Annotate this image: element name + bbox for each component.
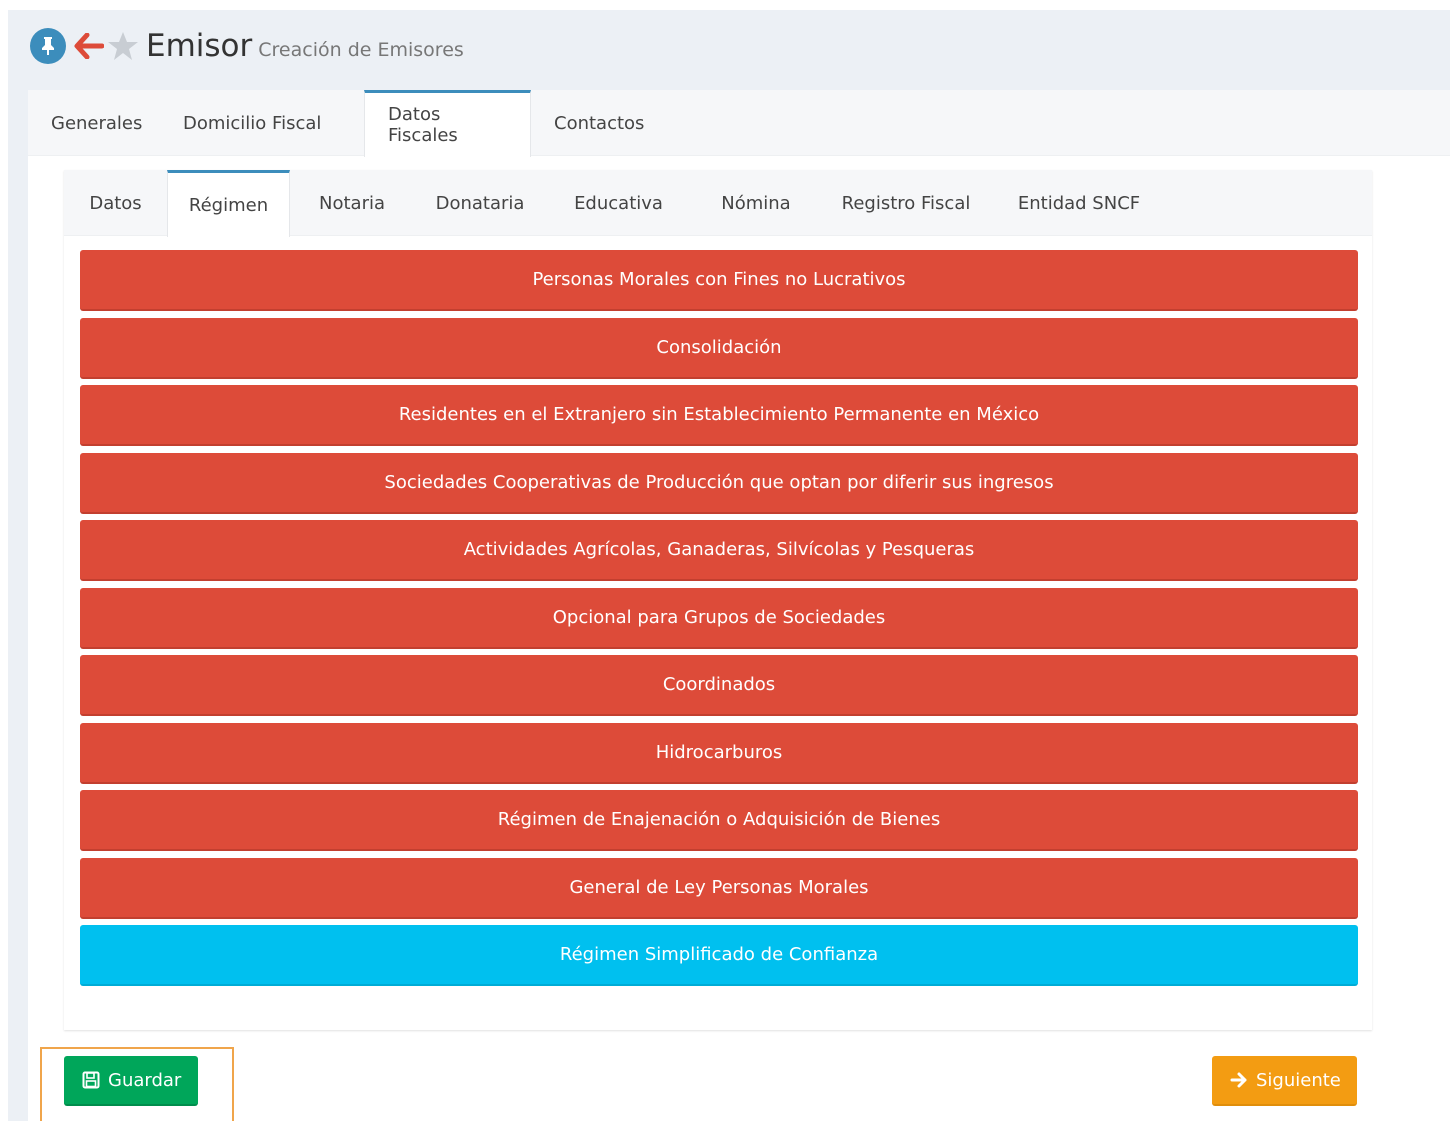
regime-option-sociedades-cooperativas[interactable]: Sociedades Cooperativas de Producción qu…: [80, 452, 1358, 514]
main-panel: Generales Domicilio Fiscal Datos Fiscale…: [28, 90, 1450, 1121]
regime-option-actividades-agricolas[interactable]: Actividades Agrícolas, Ganaderas, Silvíc…: [80, 520, 1358, 581]
regime-option-residentes-extranjero[interactable]: Residentes en el Extranjero sin Establec…: [80, 385, 1358, 446]
tab-datos[interactable]: Datos: [64, 170, 167, 236]
regimen-panel: Datos Régimen Notaria Donataria Educativ…: [64, 170, 1372, 1030]
regime-option-hidrocarburos[interactable]: Hidrocarburos: [80, 722, 1358, 784]
outer-tab-bar: Generales Domicilio Fiscal Datos Fiscale…: [28, 90, 1450, 157]
tab-nomina[interactable]: Nómina: [691, 170, 821, 236]
regime-option-general-ley-morales[interactable]: General de Ley Personas Morales: [80, 857, 1358, 919]
tab-generales[interactable]: Generales: [28, 90, 160, 156]
inner-tab-bar: Datos Régimen Notaria Donataria Educativ…: [64, 170, 1372, 237]
tab-regimen[interactable]: Régimen: [167, 170, 290, 237]
tab-domicilio-fiscal[interactable]: Domicilio Fiscal: [160, 90, 364, 156]
save-button[interactable]: Guardar: [64, 1056, 198, 1106]
save-button-label: Guardar: [108, 1069, 182, 1091]
pin-icon[interactable]: [30, 28, 66, 64]
next-button-label: Siguiente: [1256, 1069, 1341, 1091]
tab-contactos[interactable]: Contactos: [531, 90, 681, 156]
star-icon[interactable]: [106, 28, 140, 64]
regime-option-simplificado-confianza[interactable]: Régimen Simplificado de Confianza: [80, 925, 1358, 986]
regime-option-enajenacion-bienes[interactable]: Régimen de Enajenación o Adquisición de …: [80, 790, 1358, 851]
page-title: Emisor: [146, 28, 253, 64]
tab-educativa[interactable]: Educativa: [546, 170, 691, 236]
tab-registro-fiscal[interactable]: Registro Fiscal: [821, 170, 991, 236]
regime-option-coordinados[interactable]: Coordinados: [80, 655, 1358, 716]
page-header: Emisor Creación de Emisores: [30, 24, 464, 68]
regime-option-grupos-sociedades[interactable]: Opcional para Grupos de Sociedades: [80, 587, 1358, 649]
arrow-right-icon: [1230, 1071, 1248, 1089]
regime-list: Personas Morales con Fines no Lucrativos…: [80, 250, 1358, 993]
floppy-disk-icon: [82, 1071, 100, 1089]
regime-option-fines-no-lucrativos[interactable]: Personas Morales con Fines no Lucrativos: [80, 250, 1358, 311]
back-arrow-icon[interactable]: [72, 28, 106, 64]
regime-option-consolidacion[interactable]: Consolidación: [80, 317, 1358, 379]
tab-notaria[interactable]: Notaria: [290, 170, 414, 236]
page-subtitle: Creación de Emisores: [258, 39, 464, 61]
tab-datos-fiscales[interactable]: Datos Fiscales: [364, 90, 531, 157]
page-background: Emisor Creación de Emisores Generales Do…: [8, 10, 1450, 1121]
tab-entidad-sncf[interactable]: Entidad SNCF: [991, 170, 1167, 236]
tab-donataria[interactable]: Donataria: [414, 170, 546, 236]
next-button[interactable]: Siguiente: [1212, 1056, 1357, 1106]
